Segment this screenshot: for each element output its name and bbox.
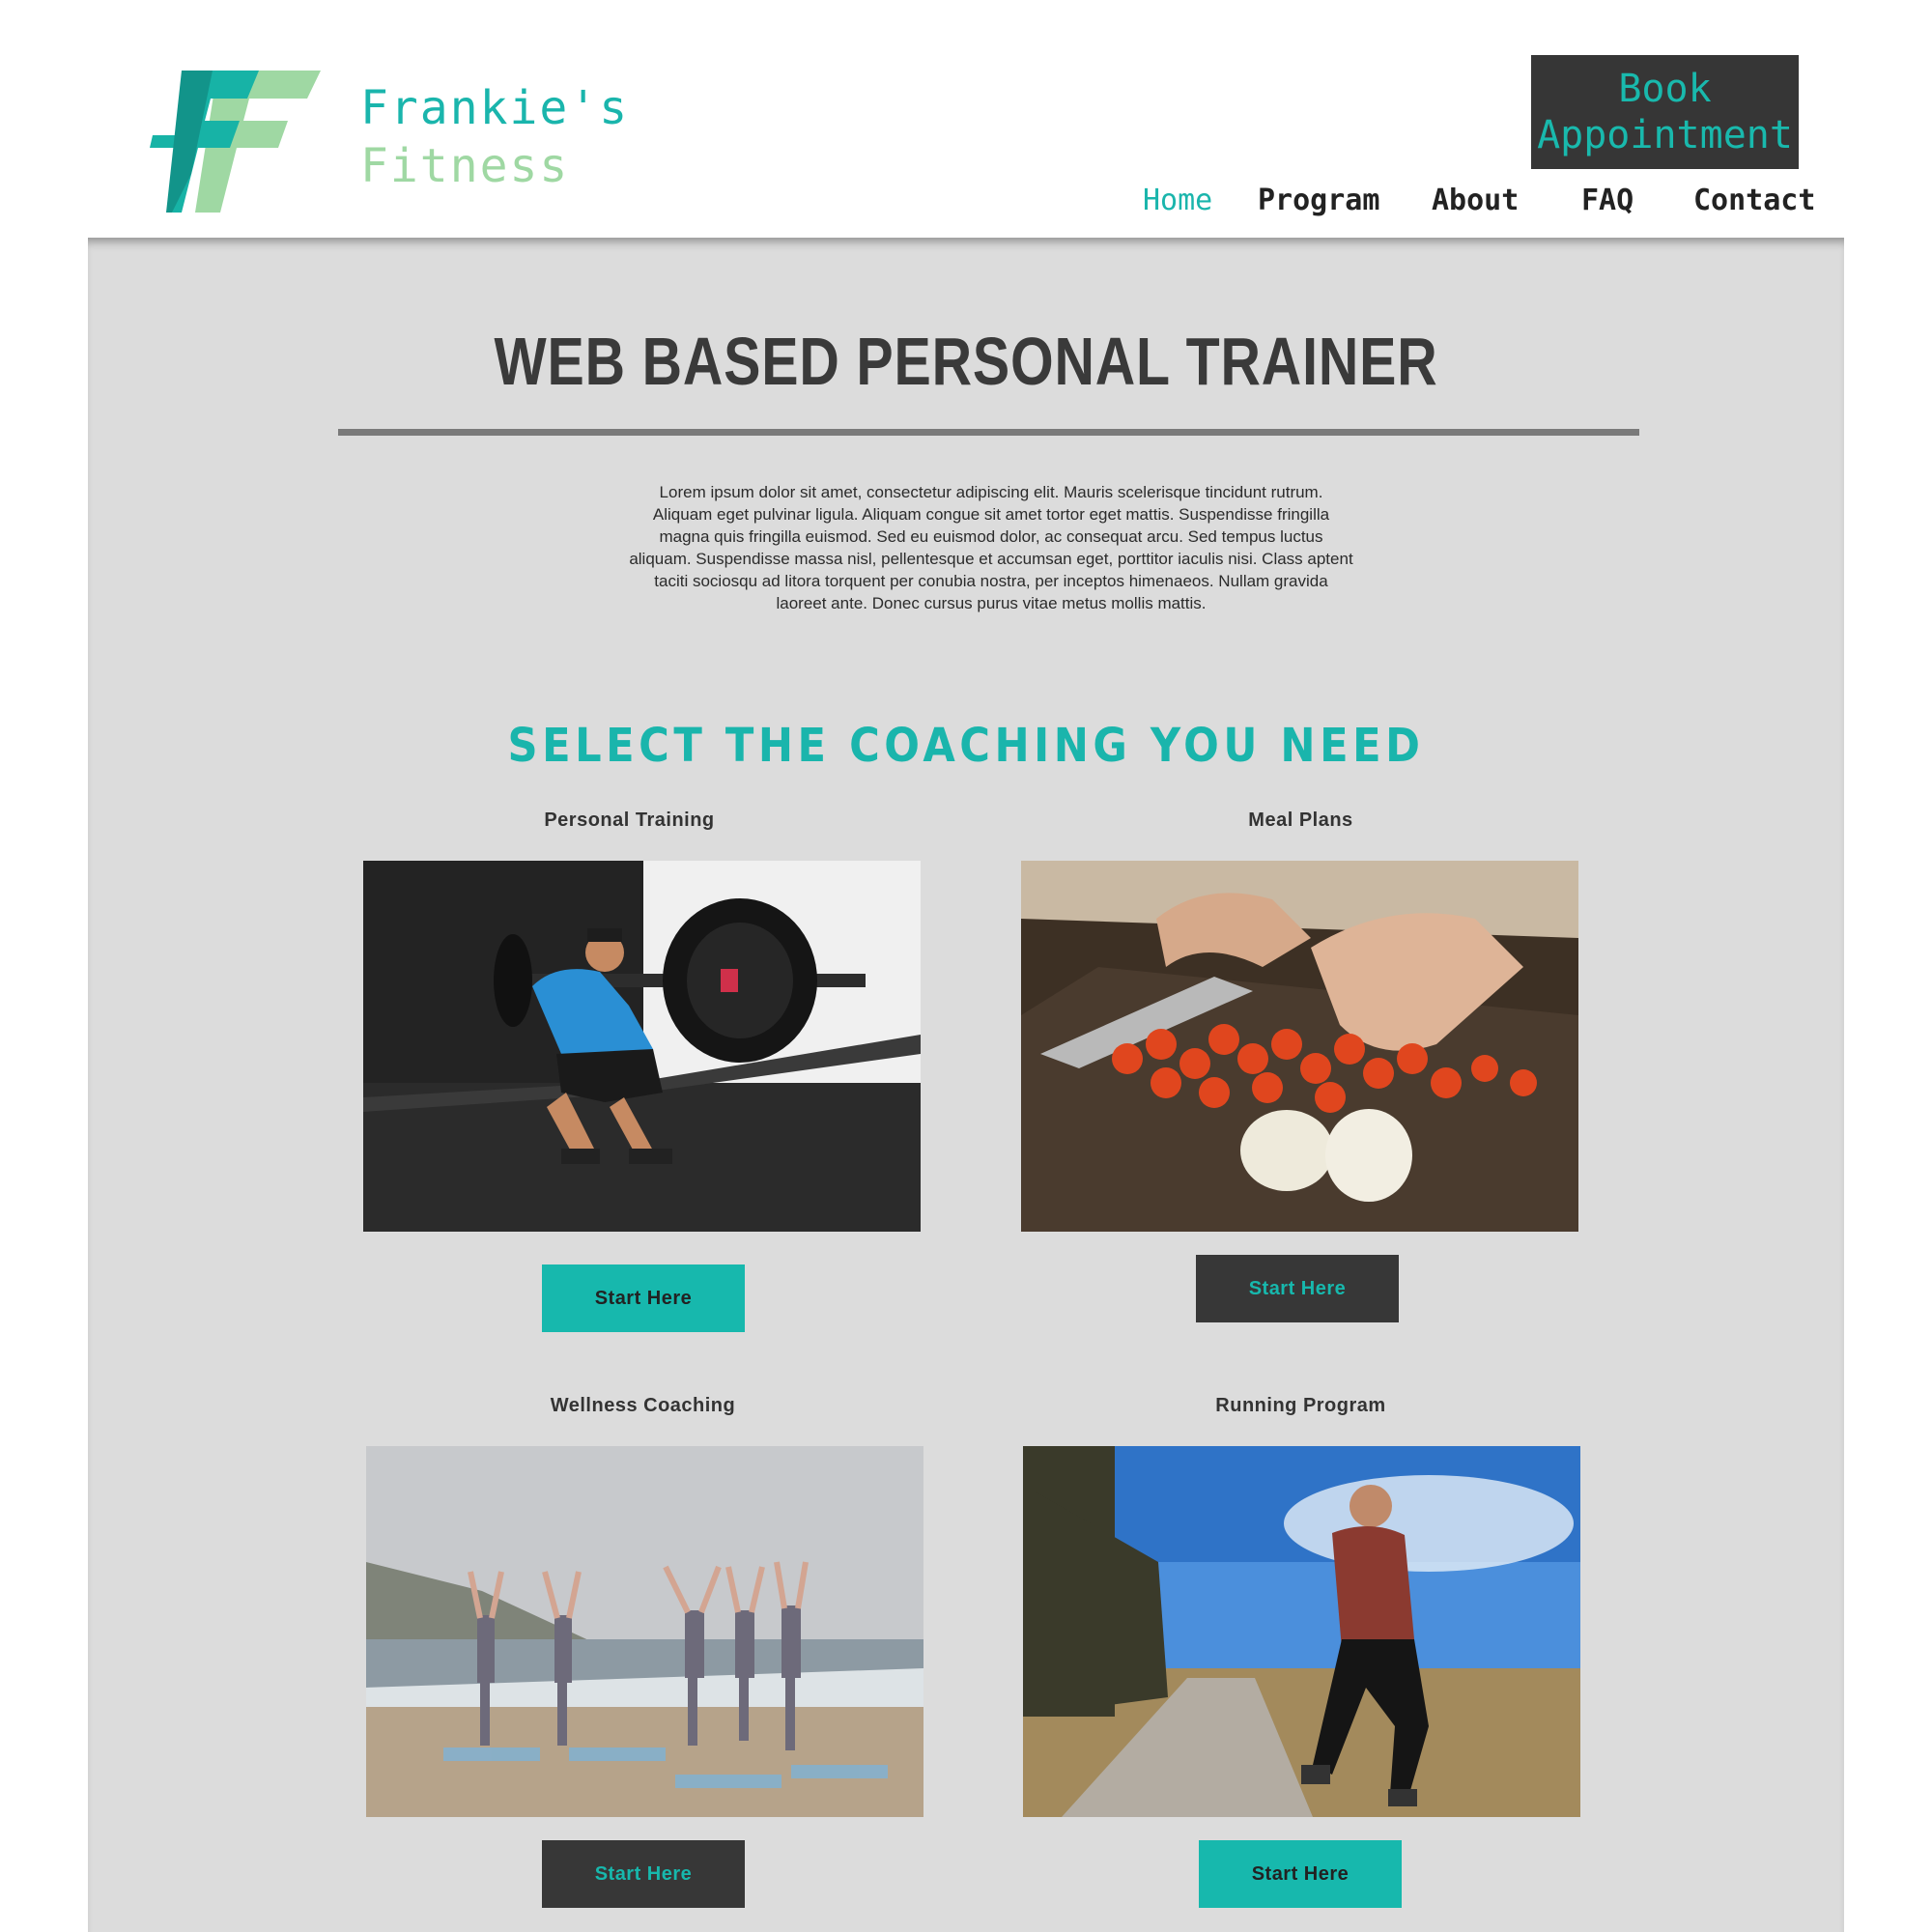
- card-label-personal-training: Personal Training: [544, 810, 715, 831]
- page-title: WEB BASED PERSONAL TRAINER: [494, 324, 1438, 399]
- nav-program[interactable]: Program: [1258, 184, 1379, 217]
- running-program-image[interactable]: [1023, 1446, 1580, 1817]
- nav-home[interactable]: Home: [1143, 184, 1212, 217]
- nav-contact[interactable]: Contact: [1693, 184, 1815, 217]
- nav-about[interactable]: About: [1432, 184, 1519, 217]
- card-label-meal-plans: Meal Plans: [1248, 810, 1353, 831]
- coaching-section-title: SELECT THE COACHING YOU NEED: [507, 719, 1425, 773]
- brand-name[interactable]: Frankie's Fitness: [360, 79, 629, 195]
- brand-line-2: Fitness: [360, 139, 570, 193]
- main-nav: Home Program About FAQ Contact: [1140, 184, 1815, 228]
- intro-text: Lorem ipsum dolor sit amet, consectetur …: [629, 483, 1353, 612]
- start-running-program-button[interactable]: Start Here: [1199, 1840, 1402, 1908]
- book-appointment-button[interactable]: Book Appointment: [1531, 55, 1799, 169]
- start-personal-training-button[interactable]: Start Here: [542, 1264, 745, 1332]
- personal-training-image[interactable]: [363, 861, 921, 1232]
- card-label-running-program: Running Program: [1215, 1395, 1386, 1416]
- brand-line-1: Frankie's: [360, 81, 630, 135]
- title-divider: [338, 429, 1639, 436]
- wellness-coaching-image[interactable]: [366, 1446, 923, 1817]
- logo-icon[interactable]: [145, 68, 324, 213]
- meal-plans-image[interactable]: [1021, 861, 1578, 1232]
- nav-faq[interactable]: FAQ: [1581, 184, 1634, 217]
- main-panel: WEB BASED PERSONAL TRAINER Lorem ipsum d…: [88, 238, 1844, 1932]
- start-meal-plans-button[interactable]: Start Here: [1196, 1255, 1399, 1322]
- start-wellness-coaching-button[interactable]: Start Here: [542, 1840, 745, 1908]
- card-label-wellness-coaching: Wellness Coaching: [550, 1395, 736, 1416]
